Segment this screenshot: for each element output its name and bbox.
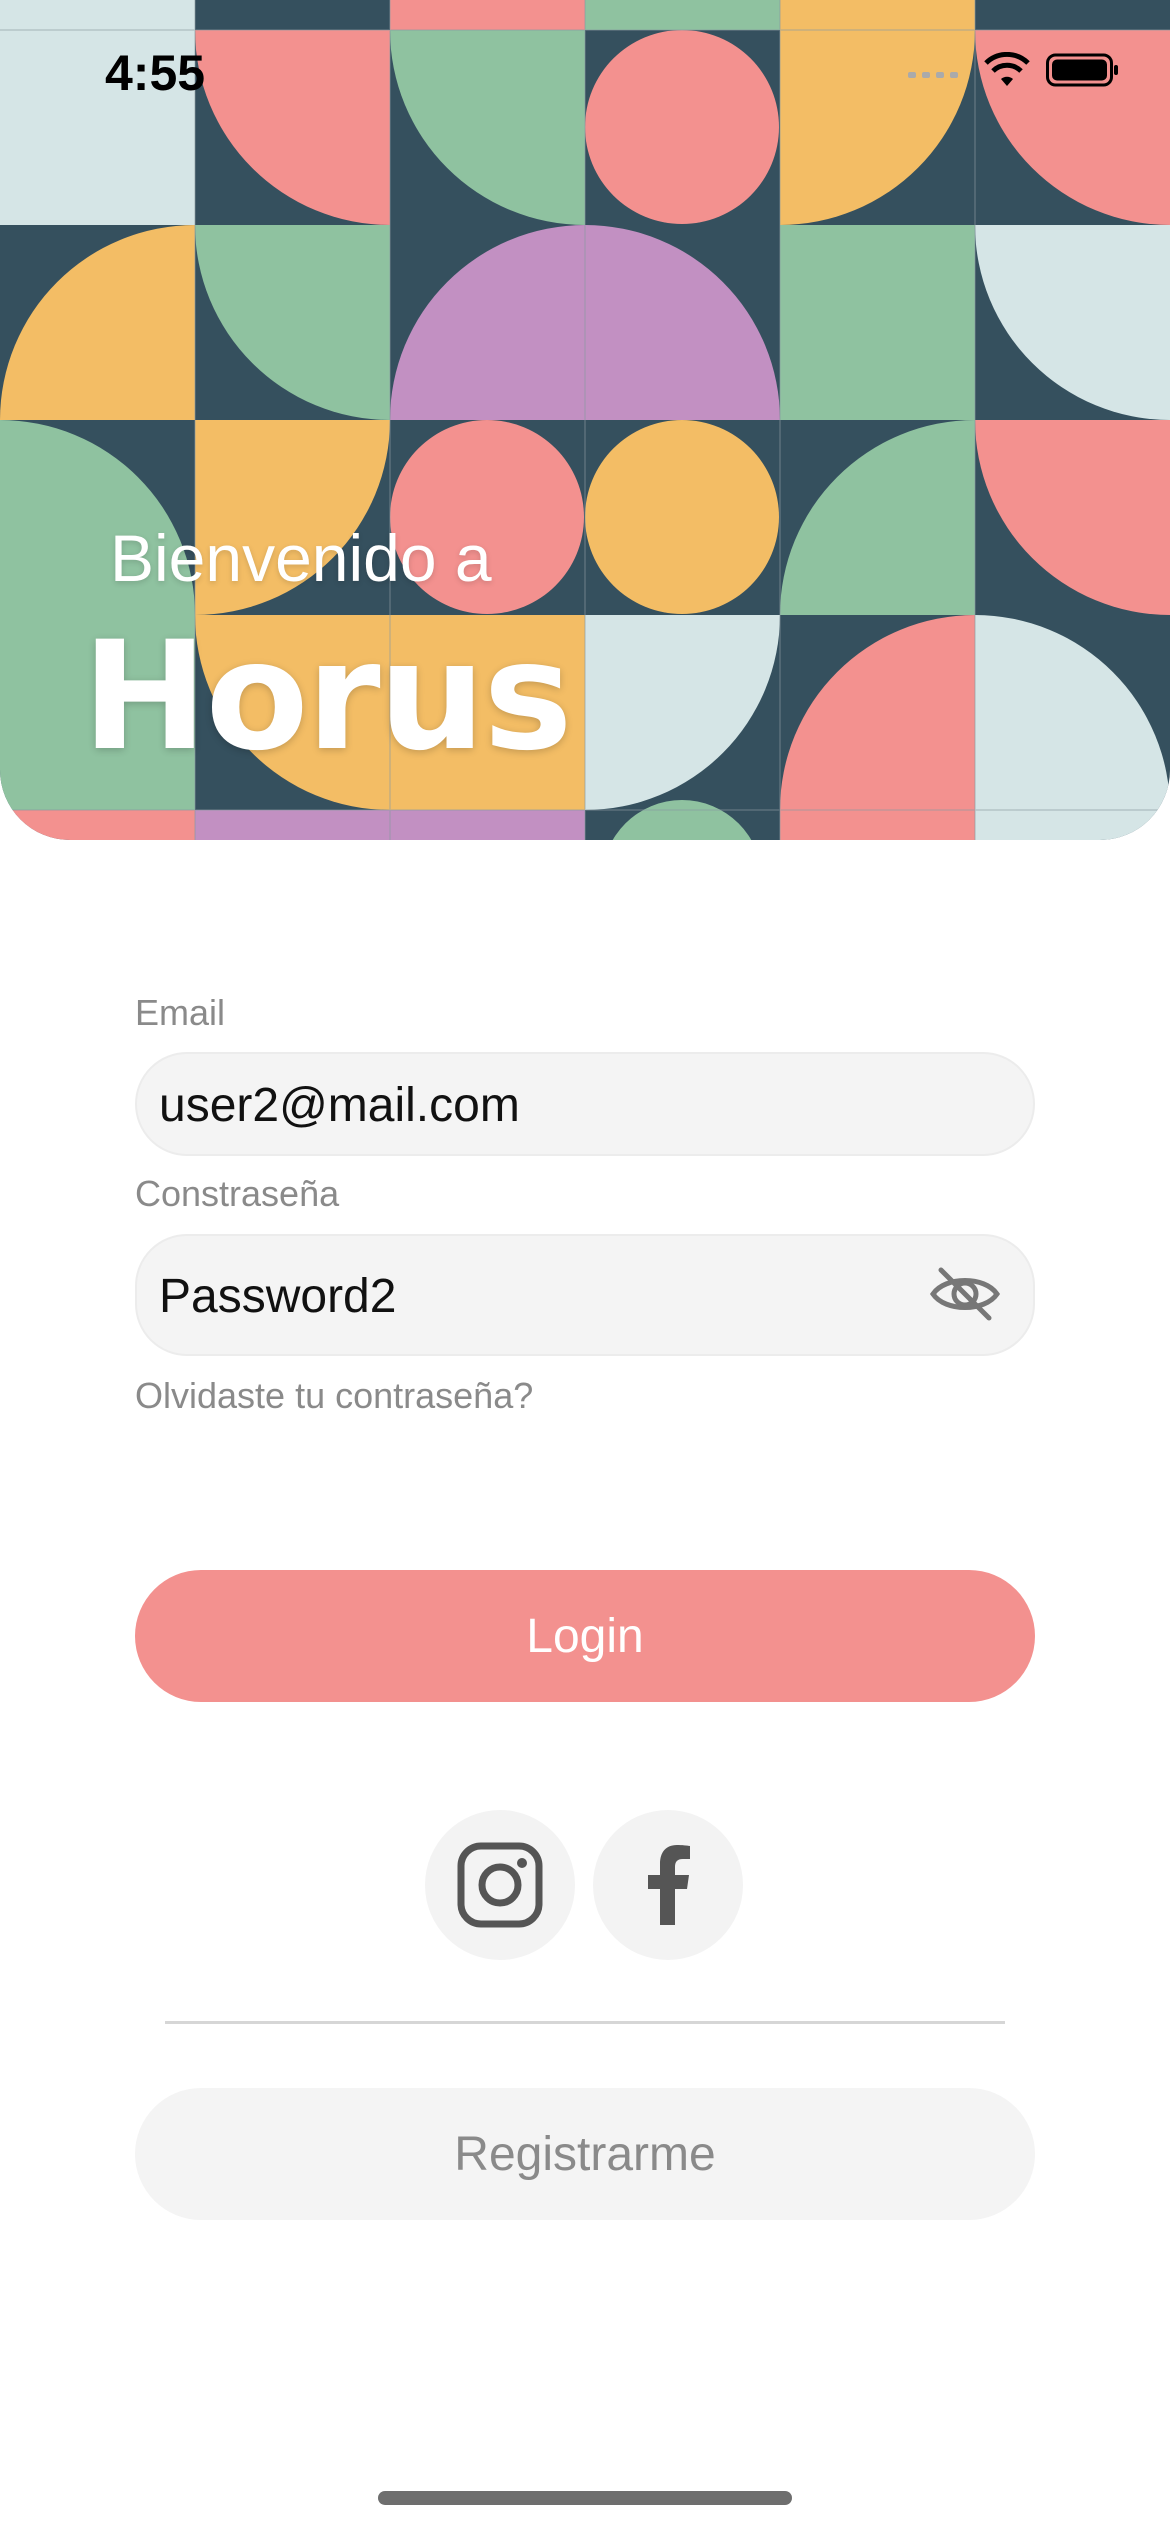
login-button-label: Login [526,1609,644,1663]
status-icons [908,52,1120,88]
signal-icon [908,72,958,78]
forgot-password-link[interactable]: Olvidaste tu contraseña? [135,1375,533,1417]
login-button[interactable]: Login [135,1570,1035,1702]
facebook-icon [648,1845,690,1925]
email-label: Email [135,992,226,1033]
password-field-container [135,1234,1035,1356]
login-screen: 4:55 Bienvenido a Horus Email user2@mail… [0,0,1170,2532]
divider [165,2021,1005,2024]
eye-off-svg [929,1267,1001,1321]
status-time: 4:55 [105,45,206,101]
register-button[interactable]: Registrarme [135,2088,1035,2220]
welcome-text: Bienvenido a [110,521,492,595]
home-indicator[interactable] [378,2491,792,2505]
register-button-label: Registrarme [454,2127,716,2181]
instagram-button[interactable] [425,1810,575,1960]
password-field[interactable] [157,1236,941,1356]
battery-icon [1046,53,1118,87]
facebook-button[interactable] [593,1810,743,1960]
password-label: Constraseña [135,1173,340,1214]
eye-off-icon[interactable] [927,1256,1003,1337]
brand-title: Horus [82,610,573,784]
email-field-container [135,1052,1035,1156]
header-banner: 4:55 Bienvenido a Horus [0,0,1170,840]
email-field[interactable] [157,1054,941,1156]
instagram-icon [457,1842,543,1928]
wifi-icon [984,52,1030,86]
